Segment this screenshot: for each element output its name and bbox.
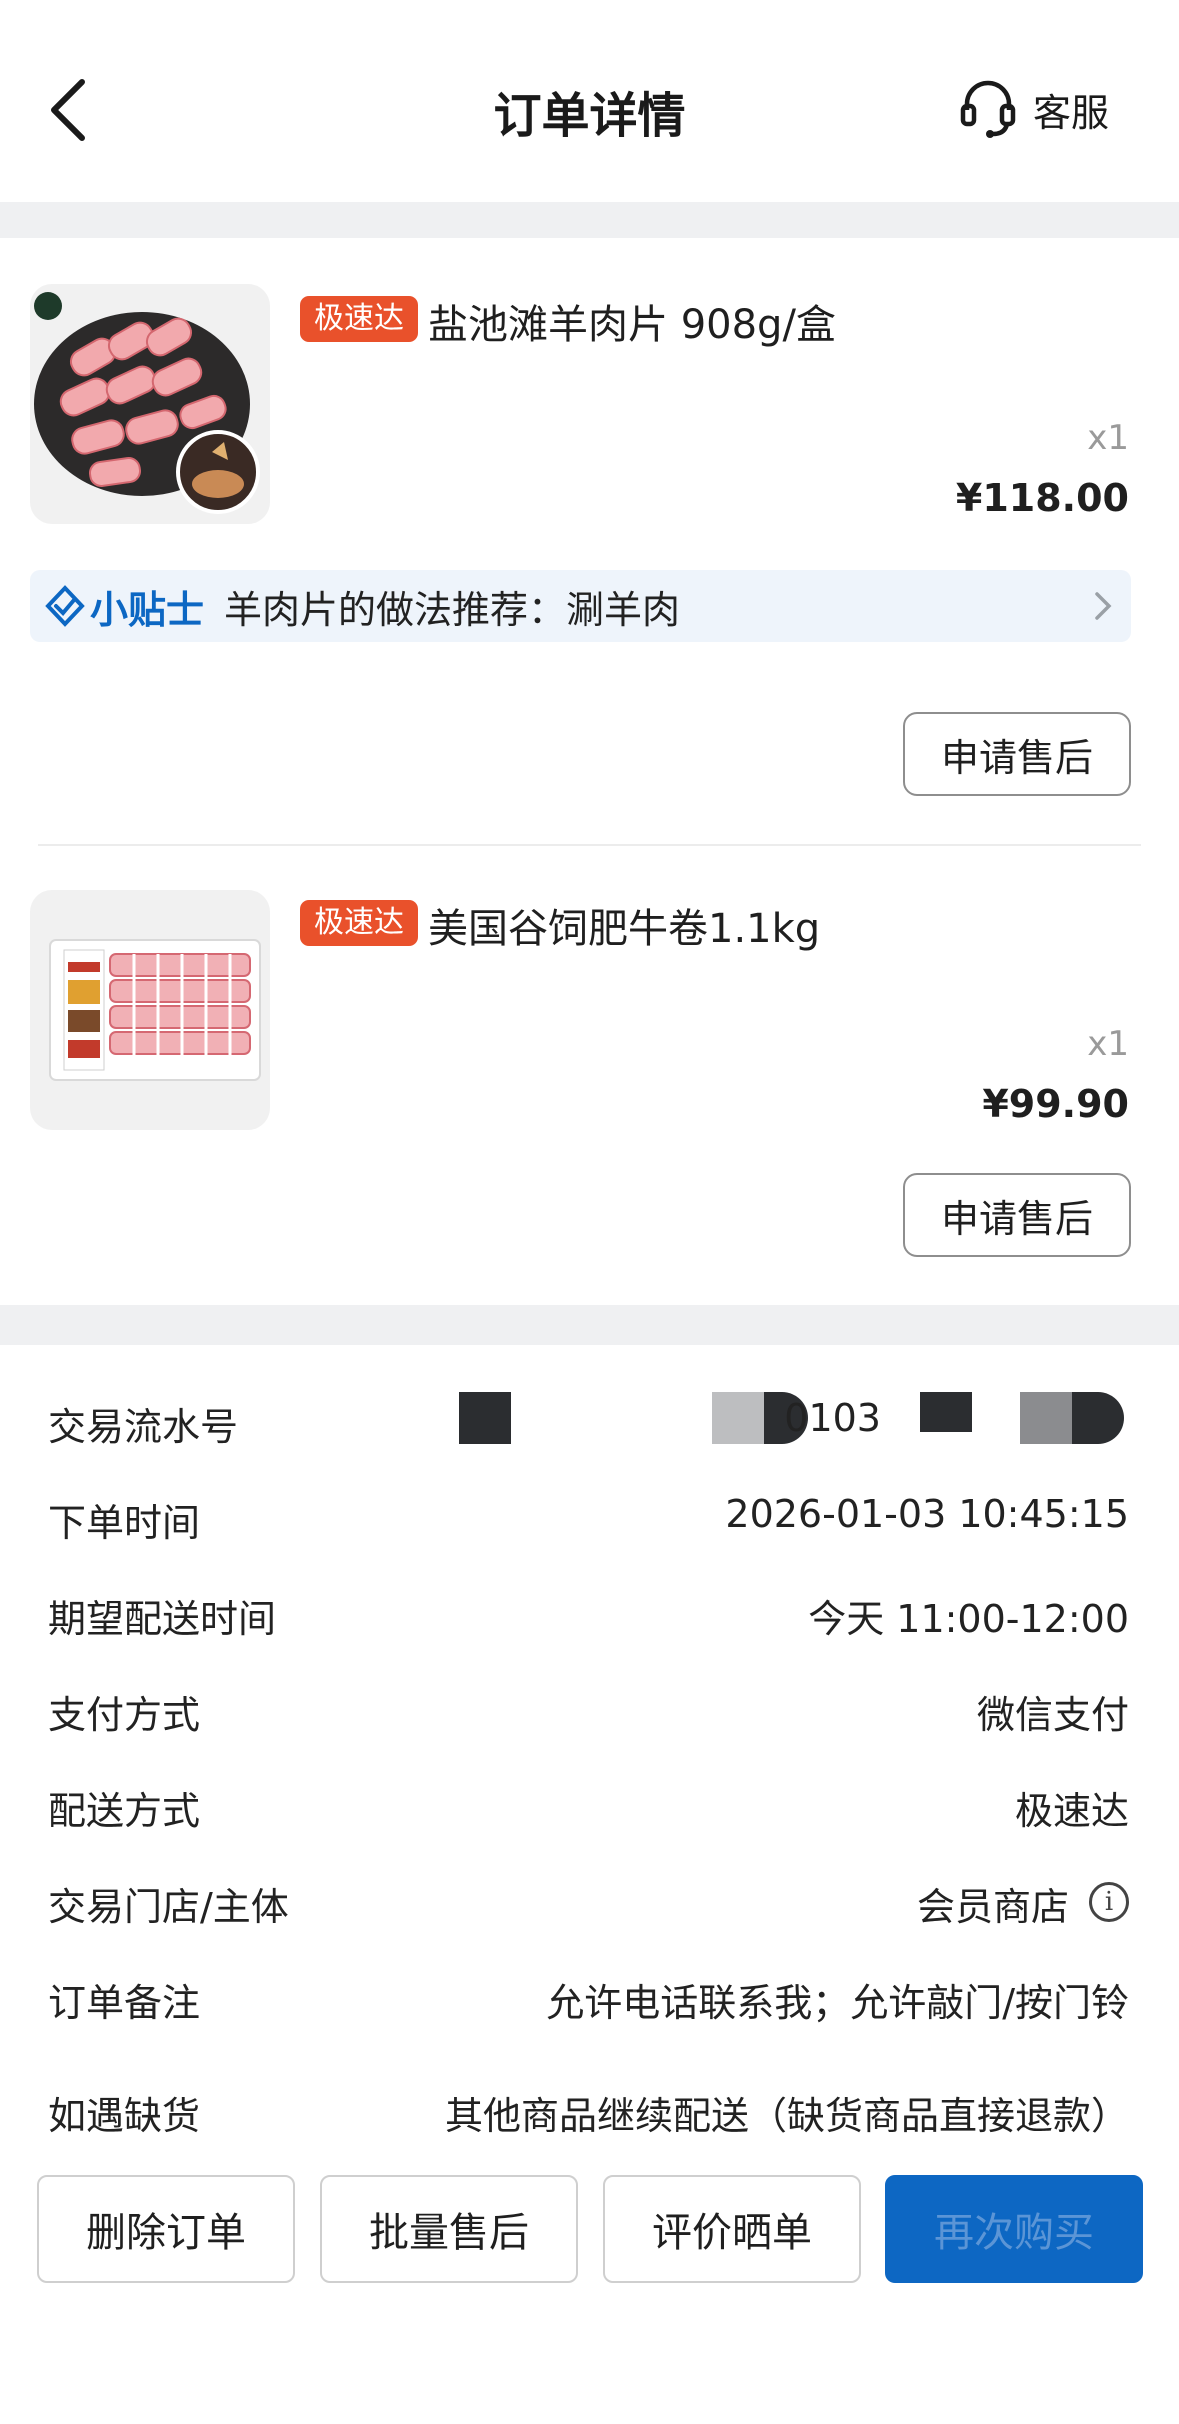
info-row-store: 交易门店/主体 会员商店 i [0, 1870, 1179, 1930]
express-delivery-badge: 极速达 [300, 900, 418, 946]
info-row-serial: 交易流水号 0103 [0, 1390, 1179, 1450]
payment-label: 支付方式 [48, 1693, 201, 1737]
redaction-mask [459, 1392, 511, 1444]
redaction-mask [1020, 1392, 1072, 1444]
redaction-mask [1072, 1392, 1124, 1444]
product-price: ¥118.00 [955, 476, 1129, 520]
delivery-time-value: 今天 11:00-12:00 [808, 1597, 1129, 1641]
delivery-method-value: 极速达 [1014, 1789, 1129, 1833]
stockout-label: 如遇缺货 [48, 2094, 201, 2138]
delivery-time-label: 期望配送时间 [48, 1597, 277, 1641]
top-bar: 订单详情 客服 [0, 0, 1179, 202]
info-icon[interactable]: i [1089, 1882, 1129, 1922]
info-row-delivery-time: 期望配送时间 今天 11:00-12:00 [0, 1582, 1179, 1642]
product-name[interactable]: 盐池滩羊肉片 908g/盒 [428, 292, 836, 350]
section-divider [0, 1305, 1179, 1345]
info-row-order-time: 下单时间 2026-01-03 10:45:15 [0, 1486, 1179, 1546]
buy-again-button[interactable]: 再次购买 [885, 2175, 1143, 2283]
apply-after-sale-button[interactable]: 申请售后 [903, 712, 1131, 796]
review-button[interactable]: 评价晒单 [603, 2175, 861, 2283]
product-price: ¥99.90 [982, 1082, 1129, 1126]
info-row-delivery-method: 配送方式 极速达 [0, 1774, 1179, 1834]
bottom-action-bar: 删除订单 批量售后 评价晒单 再次购买 [0, 2175, 1179, 2285]
note-value: 允许电话联系我；允许敲门/按门铃 [546, 1981, 1129, 2025]
info-row-payment: 支付方式 微信支付 [0, 1678, 1179, 1738]
info-row-stockout: 如遇缺货 其他商品继续配送（缺货商品直接退款） [0, 2079, 1179, 2139]
delete-order-button[interactable]: 删除订单 [37, 2175, 295, 2283]
batch-after-sale-button[interactable]: 批量售后 [320, 2175, 578, 2283]
serial-value[interactable]: 0103 [784, 1396, 881, 1440]
stockout-value: 其他商品继续配送（缺货商品直接退款） [444, 2094, 1129, 2138]
product-quantity: x1 [1087, 1024, 1129, 1064]
order-time-label: 下单时间 [48, 1501, 201, 1545]
chevron-right-icon [1095, 592, 1112, 620]
section-divider [0, 202, 1179, 238]
redaction-mask [712, 1392, 764, 1444]
info-row-note: 订单备注 允许电话联系我；允许敲门/按门铃 [0, 1966, 1179, 2026]
note-label: 订单备注 [48, 1981, 201, 2025]
order-time-value: 2026-01-03 10:45:15 [725, 1492, 1129, 1536]
product-image-beef[interactable] [30, 890, 270, 1130]
customer-service-button[interactable]: 客服 [959, 78, 1109, 140]
tips-check-icon [45, 585, 85, 627]
product-image-lamb[interactable] [30, 284, 270, 524]
payment-value: 微信支付 [976, 1693, 1129, 1737]
product-name[interactable]: 美国谷饲肥牛卷1.1kg [428, 896, 820, 954]
serial-label: 交易流水号 [48, 1405, 239, 1449]
delivery-method-label: 配送方式 [48, 1789, 201, 1833]
product-quantity: x1 [1087, 418, 1129, 458]
headset-icon [960, 80, 1016, 138]
store-value: 会员商店 [916, 1885, 1069, 1929]
customer-service-label: 客服 [1032, 90, 1109, 135]
tips-brand: 小贴士 [90, 587, 205, 632]
store-label: 交易门店/主体 [48, 1885, 289, 1929]
tips-banner[interactable]: 小贴士 羊肉片的做法推荐：涮羊肉 [30, 570, 1131, 642]
item-divider [38, 844, 1141, 846]
redaction-mask [920, 1392, 972, 1432]
tips-text: 羊肉片的做法推荐：涮羊肉 [224, 587, 681, 632]
express-delivery-badge: 极速达 [300, 296, 418, 342]
apply-after-sale-button[interactable]: 申请售后 [903, 1173, 1131, 1257]
